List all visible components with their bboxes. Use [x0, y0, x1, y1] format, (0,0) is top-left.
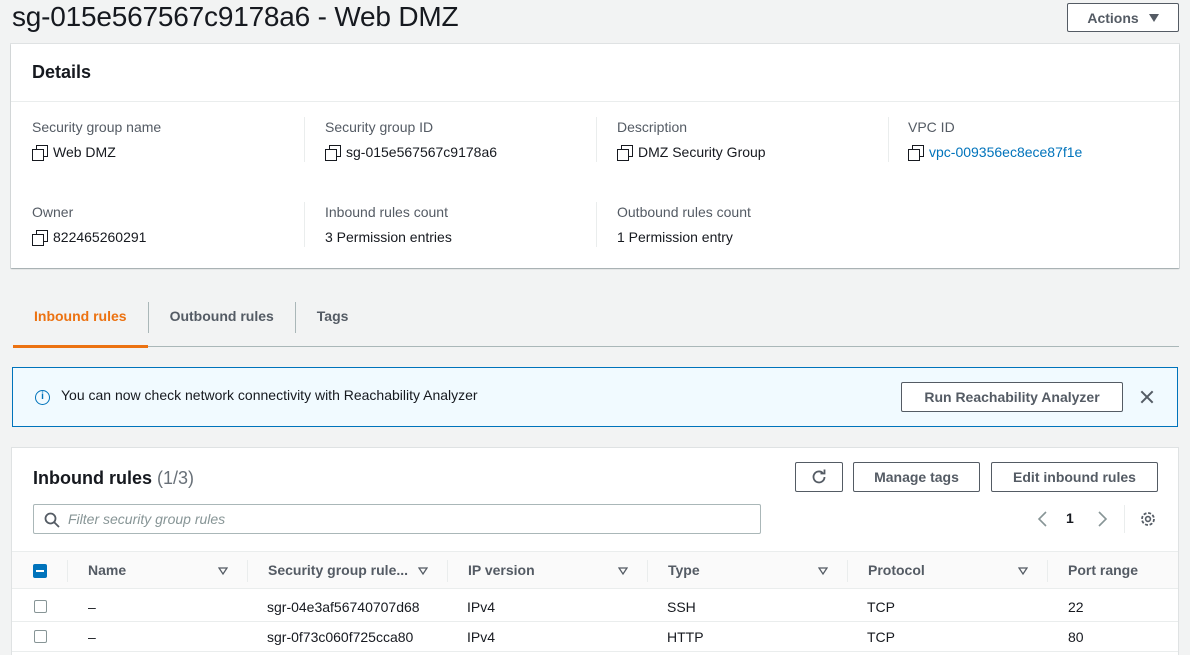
- search-input[interactable]: [68, 505, 748, 533]
- refresh-icon: [812, 469, 826, 484]
- page-title: sg-015e567567c9178a6 - Web DMZ: [12, 1, 459, 32]
- tab-outbound-rules[interactable]: Outbound rules: [149, 300, 295, 347]
- banner-text: You can now check network connectivity w…: [61, 387, 478, 403]
- table-header: Name Security group rule... IP version T…: [12, 551, 1178, 589]
- rules-title: Inbound rules (1/3): [33, 468, 194, 489]
- cell-ip-version: IPv4: [467, 629, 496, 645]
- details-panel: Details Security group name Web DMZ Secu…: [11, 44, 1179, 268]
- column-header-port-range[interactable]: Port range: [1068, 552, 1138, 589]
- refresh-button[interactable]: [795, 462, 843, 492]
- actions-button[interactable]: Actions: [1067, 3, 1179, 32]
- cell-name: –: [88, 599, 96, 615]
- caret-down-icon: [1148, 13, 1159, 22]
- close-icon[interactable]: [1138, 388, 1156, 406]
- search-icon: [44, 512, 60, 528]
- manage-tags-button[interactable]: Manage tags: [853, 462, 980, 492]
- divider: [1124, 505, 1125, 533]
- cell-rule-id: sgr-0f73c060f725cca80: [267, 629, 414, 645]
- cell-rule-id: sgr-04e3af56740707d68: [267, 599, 420, 615]
- rules-title-text: Inbound rules: [33, 468, 152, 488]
- field-security-group-id: Security group ID sg-015e567567c9178a6: [325, 117, 595, 162]
- sort-icon[interactable]: [418, 566, 428, 576]
- column-divider: [247, 560, 248, 582]
- details-title: Details: [32, 62, 92, 82]
- field-label: Inbound rules count: [325, 204, 448, 220]
- table-row[interactable]: – sgr-04e3af56740707d68 IPv4 SSH TCP 22: [12, 592, 1178, 622]
- cell-protocol: TCP: [867, 629, 895, 645]
- cell-name: –: [88, 629, 96, 645]
- field-value: 1 Permission entry: [617, 229, 733, 245]
- column-divider: [67, 560, 68, 582]
- search-field: [33, 504, 761, 534]
- chevron-left-icon[interactable]: [1036, 511, 1050, 527]
- info-banner: i You can now check network connectivity…: [12, 367, 1178, 427]
- table-row[interactable]: – sgr-0f73c060f725cca80 IPv4 HTTP TCP 80: [12, 622, 1178, 652]
- divider: [596, 117, 597, 162]
- page-number[interactable]: 1: [1066, 510, 1074, 526]
- field-security-group-name: Security group name Web DMZ: [32, 117, 302, 162]
- column-header-name[interactable]: Name: [88, 552, 126, 589]
- field-value: 3 Permission entries: [325, 229, 452, 245]
- sort-icon[interactable]: [618, 566, 628, 576]
- field-value: 822465260291: [53, 229, 147, 245]
- row-checkbox[interactable]: [34, 600, 47, 613]
- cell-type: SSH: [667, 599, 696, 615]
- field-outbound-rules-count: Outbound rules count 1 Permission entry: [617, 202, 887, 247]
- tab-bar: Inbound rules Outbound rules Tags: [13, 300, 1179, 348]
- edit-inbound-rules-button[interactable]: Edit inbound rules: [991, 462, 1158, 492]
- field-label: Security group ID: [325, 119, 434, 135]
- field-inbound-rules-count: Inbound rules count 3 Permission entries: [325, 202, 595, 247]
- field-value: Web DMZ: [53, 144, 116, 160]
- vpc-id-link[interactable]: vpc-009356ec8ece87f1e: [929, 142, 1082, 162]
- sort-icon[interactable]: [1018, 566, 1028, 576]
- select-all-checkbox[interactable]: [33, 564, 47, 578]
- divider: [304, 117, 305, 162]
- field-vpc-id: VPC ID vpc-009356ec8ece87f1e: [908, 117, 1178, 162]
- copy-icon[interactable]: [617, 144, 633, 161]
- column-header-type[interactable]: Type: [668, 552, 700, 589]
- field-label: VPC ID: [908, 119, 955, 135]
- column-header-protocol[interactable]: Protocol: [868, 552, 925, 589]
- details-header: Details: [11, 44, 1179, 102]
- chevron-right-icon[interactable]: [1095, 511, 1109, 527]
- column-header-rule-id[interactable]: Security group rule...: [268, 552, 408, 589]
- copy-icon[interactable]: [325, 144, 341, 161]
- sort-icon[interactable]: [818, 566, 828, 576]
- field-label: Security group name: [32, 119, 162, 135]
- copy-icon[interactable]: [32, 144, 48, 161]
- info-icon: i: [35, 390, 50, 405]
- cell-protocol: TCP: [867, 599, 895, 615]
- cell-port-range: 22: [1068, 599, 1084, 615]
- field-label: Outbound rules count: [617, 204, 751, 220]
- column-divider: [647, 560, 648, 582]
- tab-inbound-rules[interactable]: Inbound rules: [13, 300, 148, 348]
- column-divider: [447, 560, 448, 582]
- gear-icon[interactable]: [1139, 510, 1157, 528]
- copy-icon[interactable]: [32, 229, 48, 246]
- column-divider: [1047, 560, 1048, 582]
- sort-icon[interactable]: [218, 566, 228, 576]
- field-label: Description: [617, 119, 688, 135]
- cell-ip-version: IPv4: [467, 599, 496, 615]
- cell-port-range: 80: [1068, 629, 1084, 645]
- actions-label: Actions: [1087, 9, 1139, 26]
- cell-type: HTTP: [667, 629, 704, 645]
- field-label: Owner: [32, 204, 74, 220]
- field-owner: Owner 822465260291: [32, 202, 302, 247]
- row-checkbox[interactable]: [34, 630, 47, 643]
- rules-count: (1/3): [157, 468, 195, 488]
- column-divider: [847, 560, 848, 582]
- field-value: sg-015e567567c9178a6: [346, 144, 498, 160]
- divider: [888, 117, 889, 162]
- column-header-ip-version[interactable]: IP version: [468, 552, 535, 589]
- inbound-rules-panel: Inbound rules (1/3) Manage tags Edit inb…: [12, 448, 1178, 655]
- field-value: DMZ Security Group: [638, 144, 766, 160]
- divider: [596, 202, 597, 247]
- run-reachability-analyzer-button[interactable]: Run Reachability Analyzer: [901, 382, 1123, 412]
- tab-tags[interactable]: Tags: [296, 300, 370, 347]
- copy-icon[interactable]: [908, 144, 924, 161]
- divider: [304, 202, 305, 247]
- field-description: Description DMZ Security Group: [617, 117, 887, 162]
